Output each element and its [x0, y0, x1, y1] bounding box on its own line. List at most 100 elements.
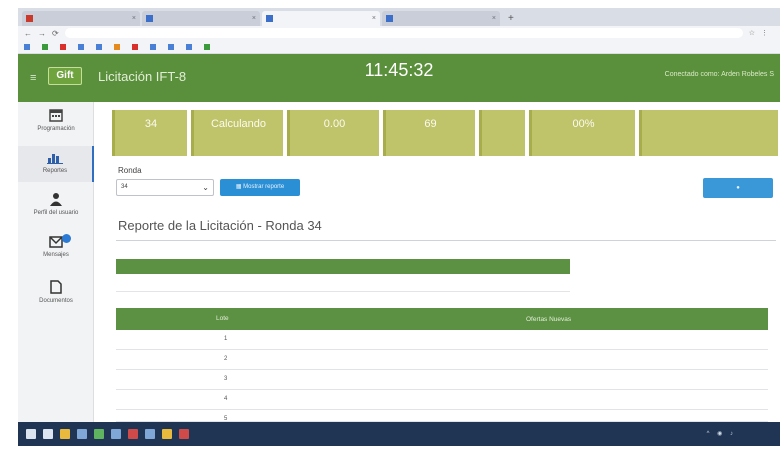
bookmark-icon [78, 43, 84, 50]
close-icon[interactable]: × [372, 15, 376, 22]
bookmark[interactable] [132, 43, 140, 50]
favicon-icon [386, 15, 393, 22]
user-icon [50, 193, 62, 206]
logged-user-label[interactable]: Conectado como: Arden Robeles S [665, 71, 774, 78]
table-row: 2 [116, 350, 768, 370]
ronda-selected-value: 34 [121, 184, 128, 190]
show-report-button[interactable]: ▦ Mostrar reporte [220, 179, 300, 196]
kpi-tile: 69 [383, 110, 475, 156]
bookmark[interactable] [204, 43, 212, 50]
youtube-icon [60, 43, 66, 50]
reload-icon[interactable]: ⟳ [52, 29, 59, 38]
app-icon[interactable] [128, 429, 138, 439]
bar-chart-icon [47, 154, 63, 164]
bookmark-icon [150, 43, 156, 50]
divider [116, 240, 776, 241]
bookmark[interactable] [96, 43, 104, 50]
table-row: 1 [116, 330, 768, 350]
lote-cell: 3 [224, 376, 228, 382]
favicon-icon [26, 15, 33, 22]
chrome-icon[interactable] [162, 429, 172, 439]
bookmark[interactable] [168, 43, 176, 50]
app-header: ≡ Gift Licitación IFT-8 11:45:32 Conecta… [18, 54, 780, 102]
url-field[interactable] [64, 28, 743, 38]
kpi-tile [479, 110, 525, 156]
browser-tab-bar: × × × × + [18, 8, 780, 26]
bookmark-icon [24, 43, 30, 50]
sidebar-item-label: Programación [37, 126, 75, 132]
new-tab-button[interactable]: + [502, 11, 520, 26]
favicon-icon [146, 15, 153, 22]
column-header-ofertas: Ofertas Nuevas [526, 316, 572, 323]
kpi-tile [639, 110, 778, 156]
chevron-down-icon: ⌄ [202, 183, 209, 192]
browser-toolbar-icons[interactable]: ☆⋮ [749, 29, 774, 37]
kpi-value: 00% [572, 118, 595, 130]
calendar-icon [49, 109, 63, 122]
lote-cell: 4 [224, 396, 228, 402]
section-header [116, 259, 570, 274]
kpi-value: Calculando [210, 118, 267, 130]
system-tray-icons[interactable]: ^ ◉ ♪ [707, 430, 736, 437]
close-icon[interactable]: × [492, 15, 496, 22]
sidebar-item-label: Perfil del usuario [33, 210, 79, 216]
windows-taskbar: ^ ◉ ♪ [18, 422, 780, 446]
back-icon[interactable]: ← [24, 29, 32, 38]
sidebar-item-documentos[interactable]: Documentos [18, 280, 94, 314]
search-icon[interactable] [43, 429, 53, 439]
kpi-value: 34 [144, 118, 158, 130]
app-icon[interactable] [179, 429, 189, 439]
user-icon: ● [736, 185, 740, 191]
kpi-tile: 00% [529, 110, 635, 156]
kpi-tile: Calculando [191, 110, 283, 156]
table-row: 3 [116, 370, 768, 390]
action-button[interactable]: ● [703, 178, 773, 198]
bookmark[interactable] [24, 43, 32, 50]
sidebar-item-mensajes[interactable]: Mensajes [18, 234, 94, 270]
sidebar-item-reportes[interactable]: Reportes [18, 146, 94, 182]
browser-tab[interactable]: × [382, 11, 500, 26]
app-icon[interactable] [145, 429, 155, 439]
file-explorer-icon[interactable] [60, 429, 70, 439]
column-header-lote: Lote [216, 315, 229, 322]
bookmark[interactable] [60, 43, 68, 50]
close-icon[interactable]: × [132, 15, 136, 22]
sidebar-item-label: Mensajes [43, 252, 69, 258]
start-icon[interactable] [26, 429, 36, 439]
forward-icon[interactable]: → [38, 29, 46, 38]
favicon-icon [266, 15, 273, 22]
bookmark[interactable] [150, 43, 158, 50]
bookmark[interactable] [114, 43, 122, 50]
browser-tab[interactable]: × [142, 11, 260, 26]
bookmark[interactable] [186, 43, 194, 50]
table-header: Lote Ofertas Nuevas [116, 308, 768, 330]
browser-tab-active[interactable]: × [262, 11, 380, 26]
bookmark-icon [186, 43, 192, 50]
close-icon[interactable]: × [252, 15, 256, 22]
bookmarks-bar [18, 40, 780, 54]
sidebar-item-programacion[interactable]: Programación [18, 108, 94, 142]
bookmark-icon [168, 43, 174, 50]
bookmark-icon [114, 43, 120, 50]
bookmark-icon [132, 43, 138, 50]
report-title: Reporte de la Licitación - Ronda 34 [118, 218, 322, 233]
kpi-value: 69 [424, 118, 437, 130]
table-row: 5 [116, 410, 768, 422]
bookmark-icon [42, 43, 48, 50]
screen: × × × × + ← → ⟳ ☆⋮ ≡ Gift Licitación IFT… [0, 0, 780, 471]
bookmark[interactable] [78, 43, 86, 50]
sidebar-item-label: Reportes [42, 168, 68, 174]
sidebar-item-perfil[interactable]: Perfil del usuario [18, 192, 94, 226]
ronda-select[interactable]: 34 ⌄ [116, 179, 214, 196]
sidebar-item-label: Documentos [39, 298, 73, 304]
bookmark[interactable] [42, 43, 50, 50]
browser-tab[interactable]: × [22, 11, 140, 26]
app-icon[interactable] [77, 429, 87, 439]
table-row: 4 [116, 390, 768, 410]
app-icon[interactable] [94, 429, 104, 439]
kpi-tile: 34 [112, 110, 187, 156]
edge-icon[interactable] [111, 429, 121, 439]
document-icon [50, 280, 62, 294]
sidebar: Programación Reportes Perfil del usuario… [18, 102, 94, 422]
section-row [116, 278, 570, 292]
